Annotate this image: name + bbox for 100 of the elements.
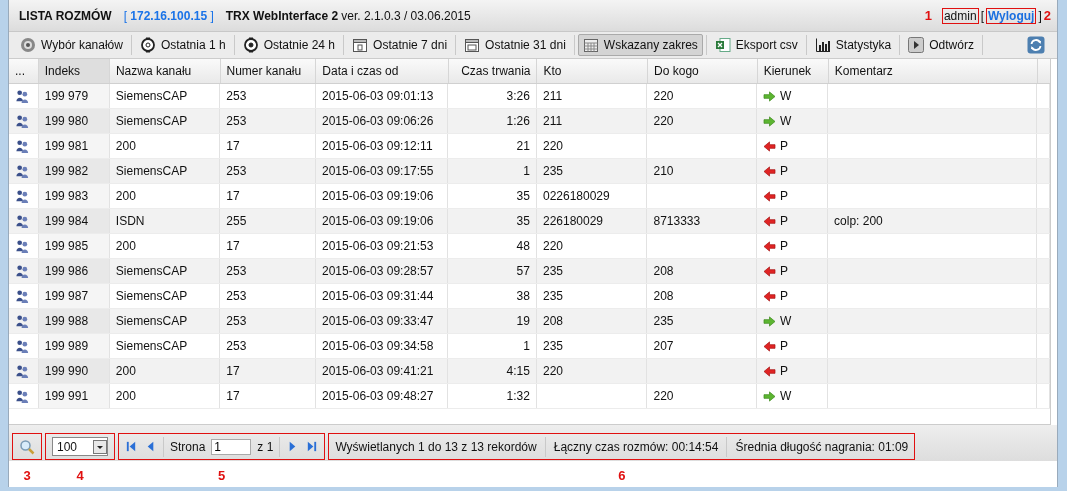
logout-link[interactable]: Wyloguj: [985, 7, 1037, 24]
table-cell: 211: [542, 89, 563, 103]
server-address: [ 172.16.100.15 ]: [123, 8, 214, 23]
people-icon[interactable]: [15, 188, 30, 204]
table-cell: 200: [109, 134, 221, 158]
people-icon[interactable]: [15, 163, 30, 179]
table-cell: 199 983: [38, 184, 110, 208]
calendar-icon: [464, 37, 481, 53]
toolbar-button[interactable]: Ostatnie 7 dni: [347, 34, 453, 56]
dropdown-icon[interactable]: [93, 439, 107, 454]
people-icon[interactable]: [15, 338, 30, 354]
page-input[interactable]: 1: [211, 438, 252, 455]
table-cell: 200: [109, 359, 221, 383]
table-cell: 199 991: [38, 384, 110, 408]
column-header[interactable]: Kierunek: [757, 59, 829, 83]
people-icon[interactable]: [15, 388, 30, 404]
table-cell: SiemensCAP: [109, 259, 221, 283]
table-cell: 0226180029: [542, 189, 610, 203]
table-cell: 17: [220, 384, 316, 408]
table-cell: 2015-06-03 09:21:53: [316, 234, 449, 258]
table-cell: 253: [220, 159, 316, 183]
table-cell: 199 981: [38, 134, 110, 158]
stopwatch-icon: [242, 37, 259, 53]
table-cell: 199 980: [38, 109, 110, 133]
people-icon[interactable]: [15, 213, 30, 229]
column-header[interactable]: Indeks: [38, 59, 110, 83]
table-cell: 17: [220, 234, 316, 258]
people-icon[interactable]: [15, 138, 30, 154]
direction-label: P: [779, 289, 788, 303]
callout-number: 6: [618, 468, 626, 483]
table-cell: 57: [448, 259, 537, 283]
table-cell: SiemensCAP: [109, 334, 221, 358]
speaker-icon: [20, 37, 36, 53]
table-cell: 208: [653, 289, 674, 303]
people-icon[interactable]: [15, 263, 30, 279]
table-cell: 253: [220, 109, 316, 133]
column-header[interactable]: Kto: [537, 59, 649, 83]
table-cell: SiemensCAP: [109, 309, 221, 333]
column-header[interactable]: Czas trwania: [448, 59, 538, 83]
column-header[interactable]: Komentarz: [828, 59, 1038, 83]
table-cell: 199 985: [38, 234, 110, 258]
toolbar-button[interactable]: Wybór kanałów: [15, 34, 128, 56]
calendar-icon: [352, 37, 369, 53]
last-page-icon[interactable]: [305, 440, 319, 453]
toolbar-button[interactable]: Eksport csv: [709, 34, 803, 56]
column-header[interactable]: Nazwa kanału: [109, 59, 221, 83]
column-header[interactable]: Do kogo: [648, 59, 758, 83]
toolbar-button[interactable]: Ostatnia 1 h: [134, 34, 231, 56]
table-cell: SiemensCAP: [109, 159, 221, 183]
table-cell: colp: 200: [834, 214, 883, 228]
table-cell: 8713333: [653, 214, 701, 228]
play-icon: [908, 37, 925, 53]
direction-label: W: [779, 389, 792, 403]
toolbar-button[interactable]: Ostatnie 24 h: [237, 34, 341, 56]
toolbar-button[interactable]: Ostatnie 31 dni: [459, 34, 571, 56]
people-icon[interactable]: [15, 88, 30, 104]
bar-chart-icon: [814, 37, 831, 53]
first-page-icon[interactable]: [125, 440, 138, 453]
people-icon[interactable]: [15, 363, 30, 379]
direction-label: P: [779, 189, 788, 203]
table-cell: 200: [109, 384, 221, 408]
direction-label: P: [779, 239, 788, 253]
table-cell: 1:26: [448, 109, 537, 133]
table-cell: 2015-06-03 09:06:26: [316, 109, 449, 133]
callout-number: 3: [23, 468, 31, 483]
table-cell: 235: [542, 264, 563, 278]
table-cell: 199 982: [38, 159, 110, 183]
table-cell: 253: [220, 84, 316, 108]
people-icon[interactable]: [15, 238, 30, 254]
table-cell: 199 986: [38, 259, 110, 283]
table-cell: 2015-06-03 09:48:27: [316, 384, 449, 408]
table-cell: 210: [653, 164, 674, 178]
table-cell: 207: [653, 339, 674, 353]
table-cell: 17: [220, 184, 316, 208]
table-cell: 220: [542, 364, 563, 378]
column-header[interactable]: Numer kanału: [220, 59, 317, 83]
column-header[interactable]: Data i czas od: [316, 59, 449, 83]
people-icon[interactable]: [15, 288, 30, 304]
spreadsheet-icon: [714, 37, 731, 53]
table-cell: 2015-06-03 09:41:21: [316, 359, 449, 383]
table-cell: 199 984: [38, 209, 110, 233]
direction-label: W: [779, 114, 792, 128]
refresh-icon[interactable]: [1027, 36, 1045, 54]
table-cell: 2015-06-03 09:19:06: [316, 209, 449, 233]
toolbar-button[interactable]: Wskazany zakres: [577, 34, 703, 56]
page-size-select[interactable]: 100: [52, 437, 108, 456]
callout-number: 5: [218, 468, 226, 483]
table-cell: 255: [220, 209, 316, 233]
column-header[interactable]: ...: [9, 59, 39, 83]
people-icon[interactable]: [15, 313, 30, 329]
toolbar-button[interactable]: Statystyka: [809, 34, 897, 56]
toolbar-button[interactable]: Odtwórz: [903, 34, 979, 56]
people-icon[interactable]: [15, 113, 30, 129]
table-cell: SiemensCAP: [109, 284, 221, 308]
table-cell: 220: [653, 89, 674, 103]
table-cell: 199 988: [38, 309, 110, 333]
direction-label: P: [779, 139, 788, 153]
table-cell: 208: [653, 264, 674, 278]
table-cell: 19: [448, 309, 537, 333]
direction-label: P: [779, 339, 788, 353]
